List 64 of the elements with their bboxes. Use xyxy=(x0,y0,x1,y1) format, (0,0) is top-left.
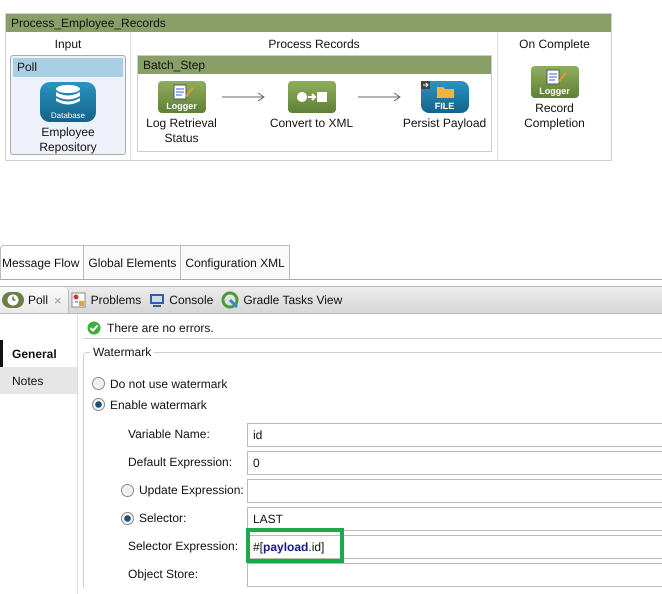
gradle-icon xyxy=(221,291,240,309)
radio-button[interactable] xyxy=(92,377,105,390)
editor-tab[interactable]: Configuration XML xyxy=(180,245,290,279)
arrow-folder-drawing xyxy=(420,81,454,99)
input-field[interactable]: #[payload.id] xyxy=(247,535,662,559)
document-pencil-drawing xyxy=(172,83,194,101)
section-heading: On Complete xyxy=(519,37,590,51)
connector-arrow xyxy=(358,92,400,102)
clock-icon xyxy=(2,292,24,308)
option-label: Enable watermark xyxy=(110,398,207,412)
field-label: Selector Expression: xyxy=(128,539,238,553)
field-label: Object Store: xyxy=(128,567,198,581)
node-label: Convert to XML xyxy=(270,116,354,131)
input-field[interactable] xyxy=(247,479,662,503)
tab-label: Poll xyxy=(28,293,48,307)
icon-caption: Logger xyxy=(539,86,570,97)
editor-tab[interactable]: Global Elements xyxy=(83,245,180,279)
icon-caption: Database xyxy=(50,110,86,121)
icon-caption: FILE xyxy=(434,101,454,112)
console-icon xyxy=(149,292,166,308)
node-label: Employee Repository xyxy=(38,125,98,155)
connector-arrow xyxy=(222,92,264,102)
field-value: #[payload.id] xyxy=(253,540,324,554)
check-icon xyxy=(87,321,101,335)
radio-button[interactable] xyxy=(92,398,105,411)
node-label: Log Retrieval Status xyxy=(145,116,218,146)
radio-button[interactable] xyxy=(121,512,134,524)
tab-label: Gradle Tasks View xyxy=(243,293,342,307)
tab-label: Console xyxy=(169,293,214,307)
flow-title: Process_Employee_Records xyxy=(6,14,611,32)
field-label: Default Expression: xyxy=(128,455,232,469)
field-label: Variable Name: xyxy=(128,427,210,441)
input-field[interactable]: 0 xyxy=(247,451,662,475)
source-title: Poll xyxy=(13,58,123,77)
field-label: Update Expression: xyxy=(139,483,244,497)
node-label: Persist Payload xyxy=(402,116,486,131)
source-card[interactable]: Poll Database Employee Repository xyxy=(10,55,126,155)
cylinder-drawing xyxy=(53,84,83,106)
field-value: 0 xyxy=(253,456,260,470)
field-label: Selector: xyxy=(139,511,186,525)
input-field[interactable]: id xyxy=(247,423,662,447)
group-title: Watermark xyxy=(90,345,154,359)
icon-caption: Logger xyxy=(166,101,197,112)
step-title: Batch_Step xyxy=(138,56,491,74)
tab-label: Problems xyxy=(90,293,142,307)
problems-icon xyxy=(70,292,87,308)
option-label: Do not use watermark xyxy=(110,376,228,390)
circle-arrow-square-drawing xyxy=(296,91,328,103)
document-pencil-drawing xyxy=(544,68,566,86)
input-field[interactable]: LAST xyxy=(247,507,662,531)
editor-tab[interactable]: Message Flow xyxy=(0,245,84,279)
radio-button[interactable] xyxy=(121,484,134,496)
view-tab[interactable]: Gradle Tasks View xyxy=(219,287,348,313)
field-value: id xyxy=(253,428,262,442)
section-heading: Input xyxy=(54,37,82,51)
input-field[interactable] xyxy=(247,563,662,587)
view-tab[interactable]: Poll × xyxy=(0,287,69,313)
node-label: Record Completion xyxy=(523,101,586,131)
section-heading: Process Records xyxy=(268,37,360,51)
view-tab[interactable]: Problems xyxy=(68,287,148,313)
field-value: LAST xyxy=(253,512,284,526)
status-message: There are no errors. xyxy=(107,321,214,335)
view-tab[interactable]: Console xyxy=(147,287,220,313)
side-tab[interactable]: Notes xyxy=(0,367,77,394)
